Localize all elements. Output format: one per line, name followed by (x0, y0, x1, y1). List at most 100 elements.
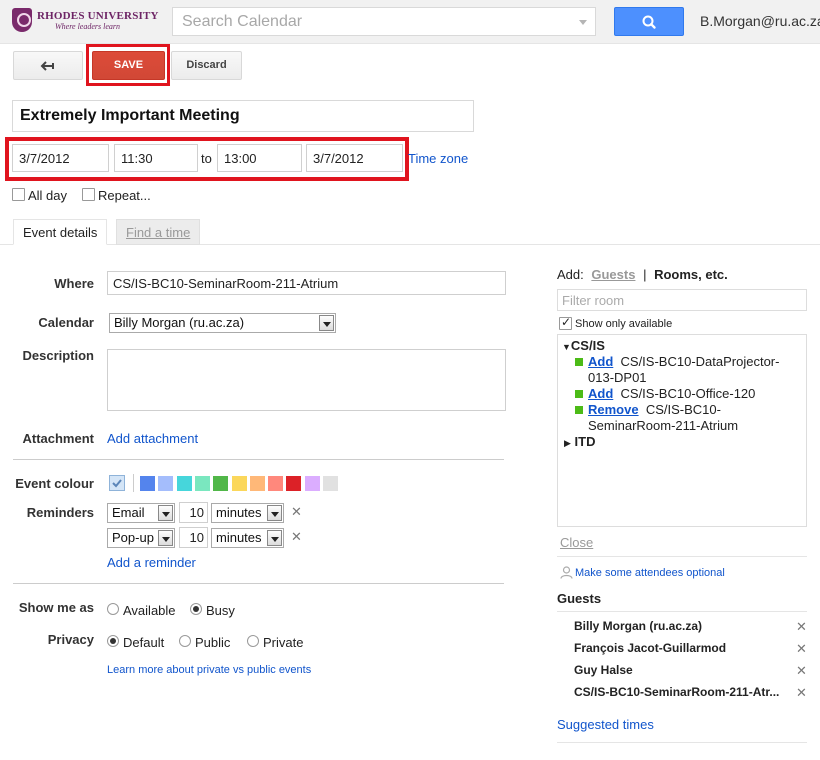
remove-guest-close-icon[interactable]: ✕ (796, 619, 807, 635)
rooms-list[interactable]: ▼CS/IS Add CS/IS-BC10-DataProjector- 013… (557, 334, 807, 527)
colour-swatch[interactable] (286, 476, 302, 491)
show-me-as-label: Show me as (18, 600, 94, 615)
privacy-public-radio[interactable] (179, 635, 191, 647)
add-attachment-link[interactable]: Add attachment (107, 431, 198, 446)
reminder-2-unit-select[interactable]: minutes (211, 528, 284, 548)
start-time-input[interactable] (114, 144, 198, 172)
tab-event-details[interactable]: Event details (13, 219, 108, 245)
add-reminder-link[interactable]: Add a reminder (107, 555, 196, 570)
colour-swatch[interactable] (231, 476, 247, 491)
room-group-itd[interactable]: ▶ ITD (564, 434, 596, 449)
university-crest-icon[interactable] (12, 8, 32, 32)
back-button[interactable] (13, 51, 83, 80)
privacy-help-link[interactable]: Learn more about private vs public event… (107, 664, 311, 676)
room-group-cs-is[interactable]: ▼CS/IS (562, 338, 605, 353)
colour-swatch[interactable] (323, 476, 338, 491)
account-email[interactable]: B.Morgan@ru.ac.za (700, 13, 820, 29)
add-rooms-tab[interactable]: Rooms, etc. (654, 267, 728, 282)
colour-swatch[interactable] (268, 476, 284, 491)
remove-guest-close-icon[interactable]: ✕ (796, 663, 807, 679)
description-textarea[interactable] (107, 349, 506, 411)
panel-divider (557, 556, 807, 557)
available-radio[interactable] (107, 603, 119, 615)
colour-swatch[interactable] (249, 476, 265, 491)
colour-swatch[interactable] (194, 476, 210, 491)
event-title-input[interactable] (12, 100, 474, 132)
search-icon (642, 15, 656, 29)
colour-swatch[interactable] (213, 476, 229, 491)
top-bar: RHODES UNIVERSITY Where leaders learn B.… (0, 0, 820, 44)
guests-heading: Guests (557, 591, 602, 606)
search-input[interactable] (173, 8, 573, 35)
room-item: Remove CS/IS-BC10- SeminarRoom-211-Atriu… (588, 402, 803, 434)
where-input[interactable] (107, 271, 506, 295)
reminder-1-unit: minutes (216, 505, 262, 520)
room-add-link[interactable]: Add (588, 386, 613, 401)
calendar-select[interactable]: Billy Morgan (ru.ac.za) (109, 313, 336, 333)
end-date-input[interactable] (306, 144, 403, 172)
make-optional-link[interactable]: Make some attendees optional (575, 567, 725, 579)
time-zone-link[interactable]: Time zone (408, 151, 468, 166)
colour-swatch[interactable] (158, 476, 174, 491)
reminder-2-type-select[interactable]: Pop-up (107, 528, 175, 548)
room-item: Add CS/IS-BC10-DataProjector- 013-DP01 (588, 354, 803, 386)
guest-item[interactable]: Guy Halse (574, 663, 633, 677)
privacy-public-label[interactable]: Public (195, 635, 230, 650)
guest-item[interactable]: François Jacot-Guillarmod (574, 641, 726, 655)
reminder-2-amount[interactable] (179, 527, 208, 548)
end-time-input[interactable] (217, 144, 302, 172)
busy-label[interactable]: Busy (206, 603, 235, 618)
all-day-label[interactable]: All day (28, 188, 67, 203)
colour-swatch[interactable] (140, 476, 155, 491)
tab-find-a-time[interactable]: Find a time (116, 219, 201, 245)
save-button[interactable]: SAVE (92, 51, 165, 80)
caret-right-icon: ▶ (564, 438, 571, 448)
privacy-private-label[interactable]: Private (263, 635, 303, 650)
swatch-separator (133, 474, 134, 492)
show-only-available-label[interactable]: Show only available (575, 318, 672, 330)
guest-item[interactable]: CS/IS-BC10-SeminarRoom-211-Atr... (574, 685, 779, 699)
repeat-checkbox[interactable] (82, 188, 95, 201)
add-guests-tab[interactable]: Guests (591, 267, 635, 282)
repeat-label[interactable]: Repeat... (98, 188, 151, 203)
logo-name[interactable]: RHODES UNIVERSITY (37, 10, 159, 22)
all-day-checkbox[interactable] (12, 188, 25, 201)
remove-reminder-2-close-icon[interactable]: ✕ (291, 529, 302, 545)
colour-swatch[interactable] (304, 476, 320, 491)
tab-separator: | (643, 267, 647, 282)
busy-radio[interactable] (190, 603, 202, 615)
discard-button[interactable]: Discard (171, 51, 242, 80)
privacy-default-radio[interactable] (107, 635, 119, 647)
search-options-chevron-icon[interactable] (579, 20, 587, 25)
room-add-link[interactable]: Add (588, 354, 613, 369)
show-only-available-checkbox[interactable] (559, 315, 572, 330)
logo-tagline: Where leaders learn (55, 22, 121, 31)
caret-down-icon: ▼ (562, 342, 571, 352)
guest-item[interactable]: Billy Morgan (ru.ac.za) (574, 619, 702, 633)
room-name-cont: 013-DP01 (588, 370, 647, 385)
suggested-times-link[interactable]: Suggested times (557, 717, 654, 732)
colour-swatch-default[interactable] (109, 475, 125, 491)
where-label: Where (54, 276, 94, 291)
privacy-default-label[interactable]: Default (123, 635, 164, 650)
reminder-1-amount[interactable] (179, 502, 208, 523)
available-label[interactable]: Available (123, 603, 176, 618)
privacy-private-radio[interactable] (247, 635, 259, 647)
room-group-label: ITD (574, 434, 596, 449)
privacy-label: Privacy (47, 632, 94, 647)
remove-guest-close-icon[interactable]: ✕ (796, 641, 807, 657)
close-rooms-link[interactable]: Close (560, 535, 593, 550)
available-square-icon (575, 390, 583, 398)
available-square-icon (575, 358, 583, 366)
room-remove-link[interactable]: Remove (588, 402, 639, 417)
reminder-1-unit-select[interactable]: minutes (211, 503, 284, 523)
reminder-1-type-select[interactable]: Email (107, 503, 175, 523)
room-name: CS/IS-BC10- (645, 402, 721, 417)
room-name: CS/IS-BC10-Office-120 (620, 386, 756, 401)
colour-swatch[interactable] (176, 476, 192, 491)
remove-reminder-1-close-icon[interactable]: ✕ (291, 504, 302, 520)
remove-guest-close-icon[interactable]: ✕ (796, 685, 807, 701)
search-button[interactable] (614, 7, 684, 36)
filter-room-input[interactable] (557, 289, 807, 311)
start-date-input[interactable] (12, 144, 109, 172)
